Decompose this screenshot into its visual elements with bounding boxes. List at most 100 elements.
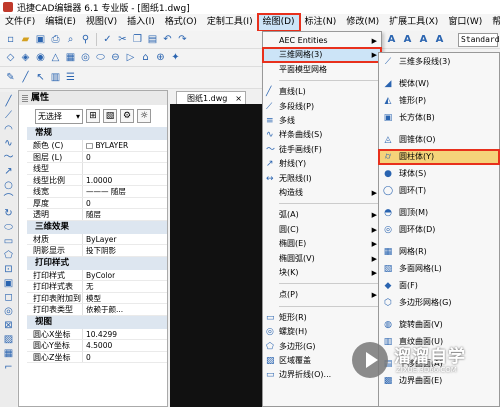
draw-menu-item[interactable]: ▭ 矩形(R) bbox=[263, 311, 381, 325]
layer-icon[interactable]: ☰ bbox=[64, 71, 77, 84]
mesh-menu-item[interactable]: ◎ 圆环体(D) bbox=[379, 223, 499, 237]
property-row[interactable]: 图层 (L) 0 bbox=[27, 151, 167, 163]
menu-item[interactable]: 视图(V) bbox=[81, 14, 122, 31]
circle-tool-icon[interactable]: ○ bbox=[3, 180, 14, 191]
menu-item[interactable]: 定制工具(I) bbox=[202, 14, 258, 31]
mesh-menu-item[interactable]: ◢ 楔体(W) bbox=[379, 77, 499, 91]
draw-menu-item[interactable]: ╱ 直线(L) bbox=[263, 85, 381, 99]
hatch-icon[interactable]: ▥ bbox=[49, 71, 62, 84]
shape-icon[interactable]: ✦ bbox=[169, 51, 182, 64]
mesh-menu-item[interactable]: ◬ 圆锥体(O) bbox=[379, 133, 499, 147]
cut-icon[interactable]: ✂ bbox=[116, 33, 129, 46]
property-row[interactable]: 圆心X坐标 10.4299 bbox=[27, 328, 167, 340]
menu-item[interactable]: 窗口(W) bbox=[443, 14, 487, 31]
property-row[interactable]: 打印表附加到 模型 bbox=[27, 292, 167, 304]
draw-menu-item[interactable]: ≡ 多线 bbox=[263, 114, 381, 128]
ray-tool-icon[interactable]: ↗ bbox=[3, 166, 14, 177]
property-value[interactable]: ByLayer bbox=[83, 234, 117, 245]
property-value[interactable]: 模型 bbox=[83, 293, 101, 304]
mesh-menu-item[interactable]: ◓ 圆顶(M) bbox=[379, 206, 499, 220]
menu-item[interactable]: 插入(I) bbox=[122, 14, 160, 31]
menu-item[interactable]: 扩展工具(X) bbox=[384, 14, 443, 31]
redo-icon[interactable]: ↷ bbox=[176, 33, 189, 46]
property-row[interactable]: 打印样式 ByColor bbox=[27, 269, 167, 281]
property-row[interactable]: 打印样式表无 bbox=[27, 281, 167, 293]
insert-tool-icon[interactable]: ⊡ bbox=[3, 264, 14, 275]
mesh-menu-item[interactable]: ▣ 长方体(B) bbox=[379, 111, 499, 125]
shape-icon[interactable]: ◈ bbox=[19, 51, 32, 64]
draw-menu-item[interactable]: ↔ 无限线(I) bbox=[263, 172, 381, 186]
menu-item[interactable]: 帮助(H) bbox=[487, 14, 500, 31]
property-value[interactable]: ——— 随层 bbox=[83, 186, 126, 197]
property-section-header[interactable]: 三维效果 bbox=[27, 220, 167, 234]
point-tool-icon[interactable]: ◎ bbox=[3, 306, 14, 317]
shape-icon[interactable]: ◎ bbox=[79, 51, 92, 64]
property-row[interactable]: 透明 随层 bbox=[27, 209, 167, 221]
property-value[interactable]: 随层 bbox=[83, 209, 101, 220]
block-tool-icon[interactable]: ▣ bbox=[3, 278, 14, 289]
mesh-menu-item[interactable]: ⌭ 圆柱体(Y) bbox=[378, 149, 500, 165]
property-value[interactable]: 无 bbox=[83, 281, 94, 292]
property-row[interactable]: 材质 ByLayer bbox=[27, 233, 167, 245]
mesh-menu-item[interactable]: ● 球体(S) bbox=[379, 167, 499, 181]
menu-item[interactable]: 格式(O) bbox=[160, 14, 202, 31]
mesh-menu-item[interactable]: ▦ 网格(R) bbox=[379, 245, 499, 259]
property-row[interactable]: 厚度 0 bbox=[27, 197, 167, 209]
property-row[interactable]: 颜色 (C) □ BYLAYER bbox=[27, 140, 167, 152]
shape-icon[interactable]: ⌂ bbox=[139, 51, 152, 64]
draw-menu-item[interactable]: ↗ 射线(Y) bbox=[263, 157, 381, 171]
spell-icon[interactable]: ✓ bbox=[101, 33, 114, 46]
mesh-menu-item[interactable]: ⟋ 三维多段线(3) bbox=[379, 55, 499, 69]
toggle-pickadd-icon[interactable]: ⚙ bbox=[120, 109, 134, 123]
filter-icon[interactable]: ☼ bbox=[137, 109, 151, 123]
property-value[interactable] bbox=[83, 163, 86, 174]
property-value[interactable]: 0 bbox=[83, 152, 91, 163]
mesh-menu-item[interactable]: ◍ 旋转曲面(V) bbox=[379, 318, 499, 332]
pointer-icon[interactable]: ↖ bbox=[34, 71, 47, 84]
open-icon[interactable]: ▰ bbox=[19, 33, 32, 46]
text-style-select[interactable]: Standard bbox=[458, 33, 500, 47]
property-value[interactable]: 10.4299 bbox=[83, 329, 117, 340]
text-tool-icon[interactable]: ⌐ bbox=[3, 362, 14, 373]
property-row[interactable]: 圆心Z坐标 0 bbox=[27, 351, 167, 363]
quick-select-icon[interactable]: ⊞ bbox=[86, 109, 100, 123]
property-value[interactable]: 依赖于颜... bbox=[83, 304, 123, 315]
draw-menu-item[interactable]: 圆(C) ▶ bbox=[263, 223, 381, 237]
line-icon[interactable]: ╱ bbox=[19, 71, 32, 84]
draw-menu-item[interactable]: 块(K) ▶ bbox=[263, 266, 381, 280]
property-row[interactable]: 圆心Y坐标 4.5000 bbox=[27, 340, 167, 352]
property-value[interactable]: 投下阴影 bbox=[83, 245, 116, 256]
draw-menu-item[interactable]: 椭圆弧(V) ▶ bbox=[263, 252, 381, 266]
find-icon[interactable]: ⚲ bbox=[79, 33, 92, 46]
property-value[interactable]: 1.0000 bbox=[83, 175, 112, 186]
draw-menu-item[interactable]: 三维网格(3) ▶ bbox=[262, 47, 382, 64]
paste-icon[interactable]: ▤ bbox=[146, 33, 159, 46]
property-value[interactable]: ByColor bbox=[83, 270, 115, 281]
menu-item[interactable]: 文件(F) bbox=[0, 14, 40, 31]
save-icon[interactable]: ▣ bbox=[34, 33, 47, 46]
text-style-icon[interactable]: A bbox=[417, 33, 430, 46]
mesh-menu-item[interactable]: ◯ 圆环(T) bbox=[379, 184, 499, 198]
shape-icon[interactable]: ⊖ bbox=[109, 51, 122, 64]
pencil-icon[interactable]: ✎ bbox=[4, 71, 17, 84]
shape-icon[interactable]: ⬭ bbox=[94, 51, 107, 64]
text-style-icon[interactable]: A bbox=[401, 33, 414, 46]
menu-item[interactable]: 绘图(D) bbox=[256, 13, 301, 32]
draw-menu-item[interactable]: 弧(A) ▶ bbox=[263, 208, 381, 222]
draw-menu-item[interactable]: 〜徒手画线(F) bbox=[263, 143, 381, 157]
draw-menu-item[interactable]: 椭圆(E) ▶ bbox=[263, 237, 381, 251]
draw-menu-item[interactable]: 平面模型网格 bbox=[263, 63, 381, 77]
mesh-menu-item[interactable]: ◭ 锥形(P) bbox=[379, 94, 499, 108]
property-section-header[interactable]: 打印样式 bbox=[27, 256, 167, 270]
rect-tool-icon[interactable]: ▭ bbox=[3, 236, 14, 247]
property-section-header[interactable]: 常规 bbox=[27, 127, 167, 140]
selection-dropdown[interactable]: 无选择 bbox=[35, 108, 83, 124]
shape-icon[interactable]: ◉ bbox=[34, 51, 47, 64]
draw-menu-item[interactable]: 构造线 ▶ bbox=[263, 186, 381, 200]
shape-icon[interactable]: ⊕ bbox=[154, 51, 167, 64]
shape-icon[interactable]: ▦ bbox=[64, 51, 77, 64]
freehand-tool-icon[interactable]: 〜 bbox=[3, 152, 14, 163]
mesh-menu-item[interactable]: ⬡ 多边形网格(G) bbox=[379, 296, 499, 310]
shape-icon[interactable]: △ bbox=[49, 51, 62, 64]
mesh-menu-item[interactable]: ◆ 面(F) bbox=[379, 279, 499, 293]
